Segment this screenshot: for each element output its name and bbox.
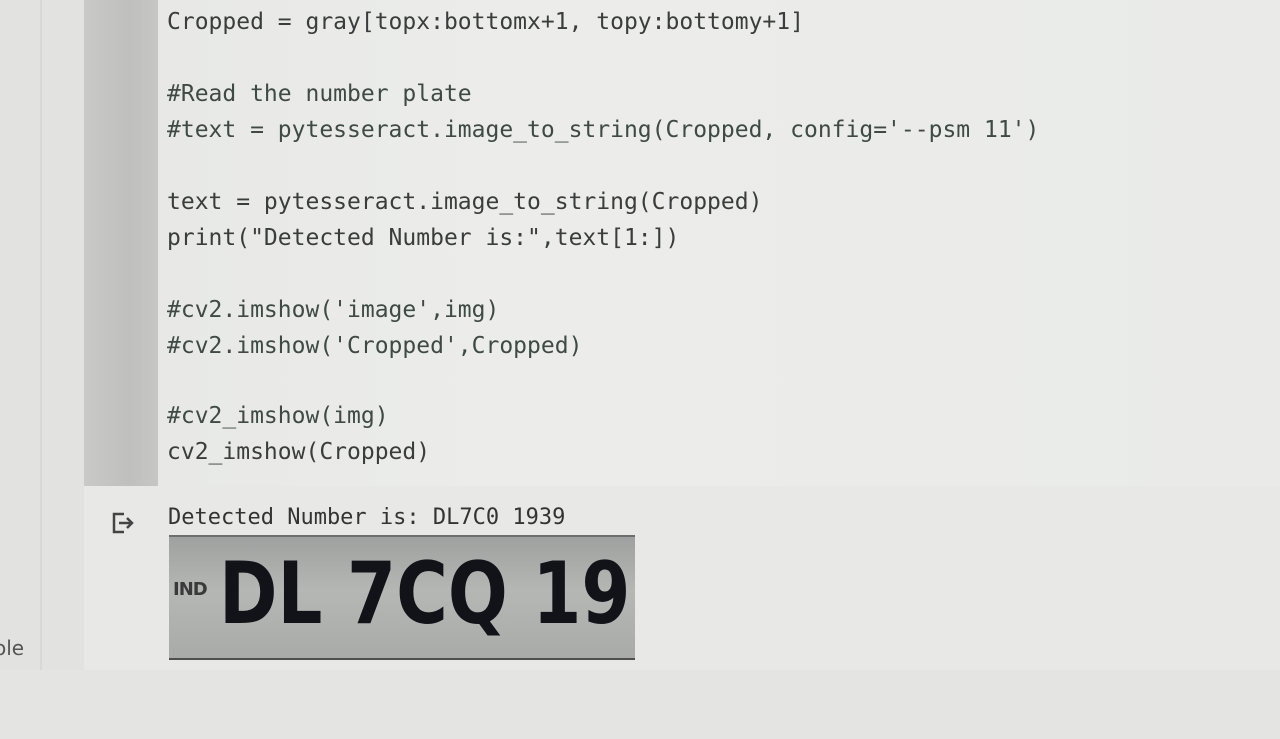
code-line[interactable]: Cropped = gray[topx:bottomx+1, topy:bott… <box>167 4 804 40</box>
code-editor[interactable]: Cropped = gray[topx:bottomx+1, topy:bott… <box>167 0 1267 465</box>
output-text: Detected Number is: DL7C0 1939 <box>168 505 566 530</box>
code-line[interactable]: cv2_imshow(Cropped) <box>167 434 430 470</box>
code-line[interactable]: #text = pytesseract.image_to_string(Crop… <box>167 112 1039 148</box>
number-plate-image: IND DL 7CQ 1939 <box>169 535 635 660</box>
plate-country-code: IND <box>173 579 208 600</box>
code-line[interactable]: #Read the number plate <box>167 76 472 112</box>
code-line[interactable]: text = pytesseract.image_to_string(Cropp… <box>167 184 762 220</box>
code-line[interactable]: print("Detected Number is:",text[1:]) <box>167 220 679 256</box>
notebook-bottom-area <box>0 670 1280 739</box>
code-line[interactable]: #cv2.imshow('image',img) <box>167 292 499 328</box>
sidebar-divider <box>40 0 42 670</box>
left-sidebar-panel <box>0 0 85 670</box>
notebook-screen: ole Cropped = gray[topx:bottomx+1, topy:… <box>0 0 1280 739</box>
code-line[interactable]: #cv2_imshow(img) <box>167 398 389 434</box>
output-arrow-icon[interactable] <box>110 510 136 536</box>
code-line[interactable]: #cv2.imshow('Cropped',Cropped) <box>167 328 582 364</box>
plate-number: DL 7CQ 1939 <box>219 544 635 644</box>
code-cell-gutter[interactable] <box>84 0 158 486</box>
sidebar-item-label[interactable]: ole <box>0 636 24 660</box>
